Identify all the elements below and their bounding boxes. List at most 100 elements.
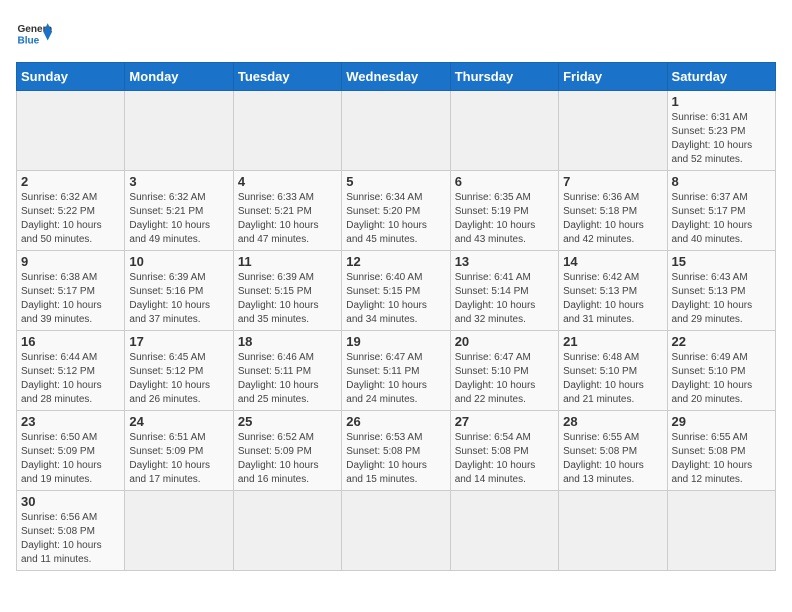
calendar-cell: 9Sunrise: 6:38 AMSunset: 5:17 PMDaylight… [17, 251, 125, 331]
calendar-cell: 21 Sunrise: 6:48 AMSunset: 5:10 PMDayligh… [559, 331, 667, 411]
calendar-cell [342, 91, 450, 171]
calendar-week-row: 23 Sunrise: 6:50 AMSunset: 5:09 PMDayligh… [17, 411, 776, 491]
day-info: Sunrise: 6:47 AMSunset: 5:11 PMDaylight:… [346, 351, 445, 407]
day-info: Sunrise: 6:49 AMSunset: 5:10 PMDaylight:… [672, 351, 771, 407]
calendar-cell: 23 Sunrise: 6:50 AMSunset: 5:09 PMDayligh… [17, 411, 125, 491]
calendar-cell: 20 Sunrise: 6:47 AMSunset: 5:10 PMDayligh… [450, 331, 558, 411]
day-number: 26 [346, 414, 445, 429]
day-number: 23 [21, 414, 120, 429]
day-info: Sunrise: 6:54 AMSunset: 5:08 PMDaylight:… [455, 431, 554, 487]
day-info: Sunrise: 6:51 AMSunset: 5:09 PMDaylight:… [129, 431, 228, 487]
calendar-cell: 2 Sunrise: 6:32 AMSunset: 5:22 PMDaylight… [17, 171, 125, 251]
calendar-cell: 15 Sunrise: 6:43 AMSunset: 5:13 PMDayligh… [667, 251, 775, 331]
col-header-saturday: Saturday [667, 63, 775, 91]
day-number: 10 [129, 254, 228, 269]
day-info: Sunrise: 6:40 AMSunset: 5:15 PMDaylight:… [346, 271, 445, 327]
calendar-cell [342, 491, 450, 571]
day-info: Sunrise: 6:55 AMSunset: 5:08 PMDaylight:… [563, 431, 662, 487]
calendar-cell: 13 Sunrise: 6:41 AMSunset: 5:14 PMDayligh… [450, 251, 558, 331]
calendar-cell: 3 Sunrise: 6:32 AMSunset: 5:21 PMDaylight… [125, 171, 233, 251]
day-number: 22 [672, 334, 771, 349]
day-info: Sunrise: 6:34 AMSunset: 5:20 PMDaylight:… [346, 191, 445, 247]
day-info: Sunrise: 6:41 AMSunset: 5:14 PMDaylight:… [455, 271, 554, 327]
day-info: Sunrise: 6:32 AMSunset: 5:22 PMDaylight:… [21, 191, 120, 247]
day-number: 9 [21, 254, 120, 269]
day-info: Sunrise: 6:44 AMSunset: 5:12 PMDaylight:… [21, 351, 120, 407]
calendar-cell: 27 Sunrise: 6:54 AMSunset: 5:08 PMDayligh… [450, 411, 558, 491]
day-info: Sunrise: 6:43 AMSunset: 5:13 PMDaylight:… [672, 271, 771, 327]
day-info: Sunrise: 6:33 AMSunset: 5:21 PMDaylight:… [238, 191, 337, 247]
day-number: 25 [238, 414, 337, 429]
calendar-cell [17, 91, 125, 171]
calendar-cell: 8Sunrise: 6:37 AMSunset: 5:17 PMDaylight… [667, 171, 775, 251]
day-number: 7 [563, 174, 662, 189]
calendar-cell [559, 91, 667, 171]
day-number: 3 [129, 174, 228, 189]
calendar-cell [233, 91, 341, 171]
calendar-cell: 10 Sunrise: 6:39 AMSunset: 5:16 PMDayligh… [125, 251, 233, 331]
day-info: Sunrise: 6:39 AMSunset: 5:16 PMDaylight:… [129, 271, 228, 327]
calendar-week-row: 30 Sunrise: 6:56 AMSunset: 5:08 PMDayligh… [17, 491, 776, 571]
day-info: Sunrise: 6:56 AMSunset: 5:08 PMDaylight:… [21, 511, 120, 567]
day-number: 20 [455, 334, 554, 349]
logo: General Blue [16, 16, 52, 52]
day-number: 12 [346, 254, 445, 269]
day-number: 28 [563, 414, 662, 429]
calendar-cell: 5 Sunrise: 6:34 AMSunset: 5:20 PMDaylight… [342, 171, 450, 251]
day-info: Sunrise: 6:36 AMSunset: 5:18 PMDaylight:… [563, 191, 662, 247]
calendar-cell: 24 Sunrise: 6:51 AMSunset: 5:09 PMDayligh… [125, 411, 233, 491]
day-info: Sunrise: 6:32 AMSunset: 5:21 PMDaylight:… [129, 191, 228, 247]
col-header-thursday: Thursday [450, 63, 558, 91]
calendar-cell: 30 Sunrise: 6:56 AMSunset: 5:08 PMDayligh… [17, 491, 125, 571]
day-number: 17 [129, 334, 228, 349]
calendar-cell [450, 491, 558, 571]
calendar-cell: 1Sunrise: 6:31 AMSunset: 5:23 PMDaylight… [667, 91, 775, 171]
day-number: 14 [563, 254, 662, 269]
logo-icon: General Blue [16, 16, 52, 52]
day-info: Sunrise: 6:46 AMSunset: 5:11 PMDaylight:… [238, 351, 337, 407]
calendar-cell [125, 91, 233, 171]
calendar-cell: 29Sunrise: 6:55 AMSunset: 5:08 PMDayligh… [667, 411, 775, 491]
calendar-cell: 18Sunrise: 6:46 AMSunset: 5:11 PMDayligh… [233, 331, 341, 411]
calendar-cell: 19 Sunrise: 6:47 AMSunset: 5:11 PMDayligh… [342, 331, 450, 411]
calendar-cell: 14 Sunrise: 6:42 AMSunset: 5:13 PMDayligh… [559, 251, 667, 331]
day-number: 15 [672, 254, 771, 269]
calendar-week-row: 9Sunrise: 6:38 AMSunset: 5:17 PMDaylight… [17, 251, 776, 331]
day-number: 24 [129, 414, 228, 429]
calendar-cell [450, 91, 558, 171]
calendar-cell: 7 Sunrise: 6:36 AMSunset: 5:18 PMDaylight… [559, 171, 667, 251]
calendar-cell: 22 Sunrise: 6:49 AMSunset: 5:10 PMDayligh… [667, 331, 775, 411]
day-number: 21 [563, 334, 662, 349]
day-number: 27 [455, 414, 554, 429]
calendar-cell: 4 Sunrise: 6:33 AMSunset: 5:21 PMDaylight… [233, 171, 341, 251]
day-info: Sunrise: 6:48 AMSunset: 5:10 PMDaylight:… [563, 351, 662, 407]
svg-text:Blue: Blue [17, 35, 39, 46]
calendar-week-row: 1Sunrise: 6:31 AMSunset: 5:23 PMDaylight… [17, 91, 776, 171]
day-number: 6 [455, 174, 554, 189]
day-info: Sunrise: 6:39 AMSunset: 5:15 PMDaylight:… [238, 271, 337, 327]
day-info: Sunrise: 6:50 AMSunset: 5:09 PMDaylight:… [21, 431, 120, 487]
col-header-wednesday: Wednesday [342, 63, 450, 91]
day-number: 30 [21, 494, 120, 509]
day-number: 13 [455, 254, 554, 269]
calendar-cell: 6Sunrise: 6:35 AMSunset: 5:19 PMDaylight… [450, 171, 558, 251]
day-number: 11 [238, 254, 337, 269]
day-info: Sunrise: 6:37 AMSunset: 5:17 PMDaylight:… [672, 191, 771, 247]
col-header-monday: Monday [125, 63, 233, 91]
calendar-cell: 28 Sunrise: 6:55 AMSunset: 5:08 PMDayligh… [559, 411, 667, 491]
col-header-tuesday: Tuesday [233, 63, 341, 91]
col-header-sunday: Sunday [17, 63, 125, 91]
page-header: General Blue [16, 16, 776, 52]
day-number: 1 [672, 94, 771, 109]
day-info: Sunrise: 6:52 AMSunset: 5:09 PMDaylight:… [238, 431, 337, 487]
day-number: 2 [21, 174, 120, 189]
day-info: Sunrise: 6:47 AMSunset: 5:10 PMDaylight:… [455, 351, 554, 407]
day-info: Sunrise: 6:53 AMSunset: 5:08 PMDaylight:… [346, 431, 445, 487]
calendar-week-row: 2 Sunrise: 6:32 AMSunset: 5:22 PMDaylight… [17, 171, 776, 251]
day-info: Sunrise: 6:42 AMSunset: 5:13 PMDaylight:… [563, 271, 662, 327]
day-number: 4 [238, 174, 337, 189]
calendar-cell [667, 491, 775, 571]
day-number: 19 [346, 334, 445, 349]
day-number: 5 [346, 174, 445, 189]
calendar-cell: 11 Sunrise: 6:39 AMSunset: 5:15 PMDayligh… [233, 251, 341, 331]
